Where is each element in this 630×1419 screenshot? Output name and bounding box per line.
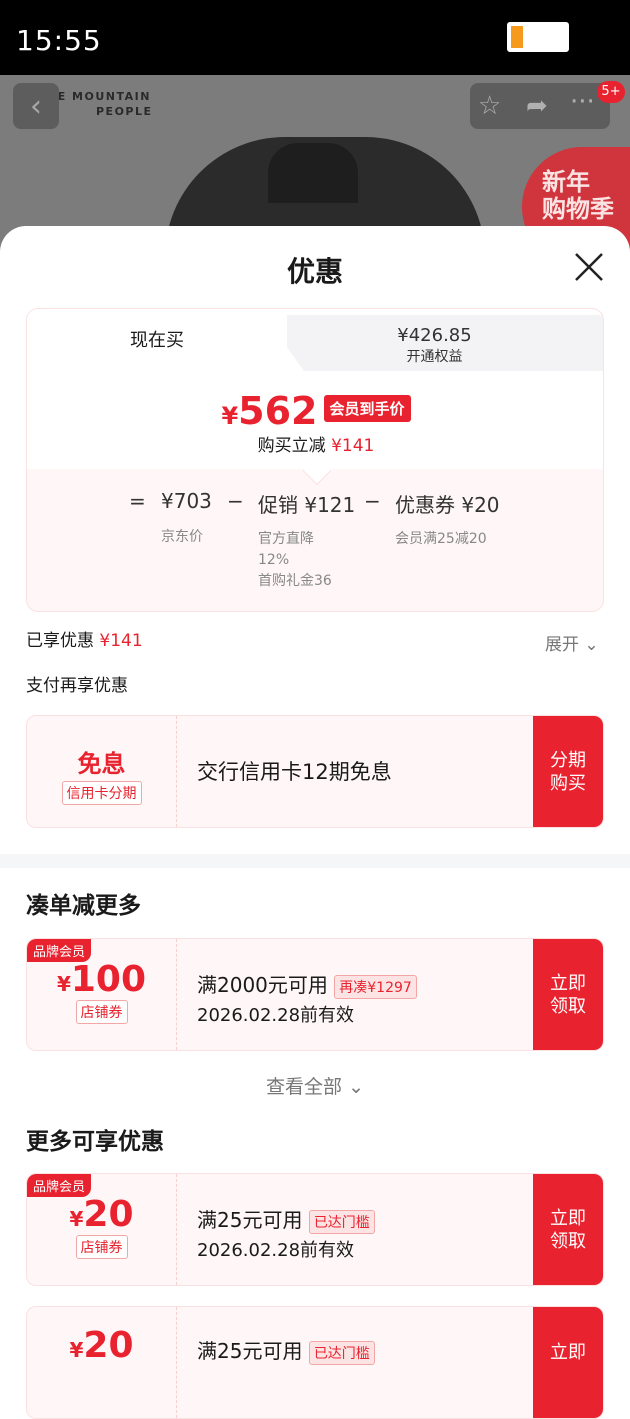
- notification-badge: 5+: [597, 81, 625, 103]
- sheet-title: 优惠: [286, 255, 343, 288]
- battery-icon: [507, 22, 569, 52]
- jd-price: ¥703: [161, 489, 212, 513]
- claim-button[interactable]: 立即: [533, 1307, 603, 1418]
- back-icon: ‹: [30, 88, 42, 124]
- star-icon[interactable]: ☆: [478, 91, 501, 121]
- expand-button[interactable]: 展开 ⌄: [545, 630, 599, 655]
- status-time: 15:55: [16, 24, 102, 57]
- close-icon[interactable]: [572, 250, 606, 284]
- section-title-bundle: 凑单减更多: [26, 893, 141, 919]
- claim-button[interactable]: 立即 领取: [533, 939, 603, 1050]
- promo-amount: 促销 ¥121: [258, 493, 356, 517]
- share-icon[interactable]: ➦: [526, 91, 548, 121]
- price-card: ¥426.85 开通权益 现在买 ¥562 会员到手价 购买立减 ¥141 = ¥…: [26, 308, 604, 612]
- section-title-more: 更多可享优惠: [26, 1129, 164, 1155]
- member-price-tag: 会员到手价: [323, 395, 411, 422]
- chevron-down-icon: ⌄: [584, 635, 599, 655]
- more-icon[interactable]: ···: [570, 87, 595, 117]
- tab-member[interactable]: ¥426.85 开通权益: [264, 315, 603, 371]
- enjoyed-discount: 已享优惠 ¥141: [26, 631, 143, 651]
- coupon-amount: 优惠券 ¥20: [395, 493, 500, 517]
- chevron-down-icon: ⌄: [348, 1076, 364, 1098]
- coupon-card[interactable]: 品牌会员 ¥20 店铺券 满25元可用 已达门槛 2026.02.28前有效 立…: [26, 1173, 604, 1286]
- view-all-button[interactable]: 查看全部 ⌄: [0, 1072, 630, 1099]
- discount-sheet: 优惠 ¥426.85 开通权益 现在买 ¥562 会员到手价 购买立减 ¥141 …: [0, 226, 630, 1419]
- tab-now[interactable]: 现在买: [27, 309, 287, 373]
- coupon-card[interactable]: ¥20 满25元可用 已达门槛 立即: [26, 1306, 604, 1419]
- member-tag: 品牌会员: [27, 1174, 92, 1197]
- status-bar: 15:55: [0, 0, 630, 75]
- final-price: ¥562 会员到手价: [27, 389, 603, 433]
- claim-button[interactable]: 立即 领取: [533, 1174, 603, 1285]
- installment-buy-button[interactable]: 分期 购买: [533, 716, 603, 827]
- pay-more-label: 支付再享优惠: [26, 676, 128, 696]
- instant-reduction: 购买立减 ¥141: [257, 436, 375, 456]
- back-button[interactable]: ‹: [13, 83, 59, 129]
- header-actions: ☆ ➦ ···: [470, 83, 610, 129]
- member-tag: 品牌会员: [27, 939, 92, 962]
- installment-card[interactable]: 免息 信用卡分期 交行信用卡12期免息 分期 购买: [26, 715, 604, 828]
- coupon-card[interactable]: 品牌会员 ¥100 店铺券 满2000元可用 再凑¥1297 2026.02.2…: [26, 938, 604, 1051]
